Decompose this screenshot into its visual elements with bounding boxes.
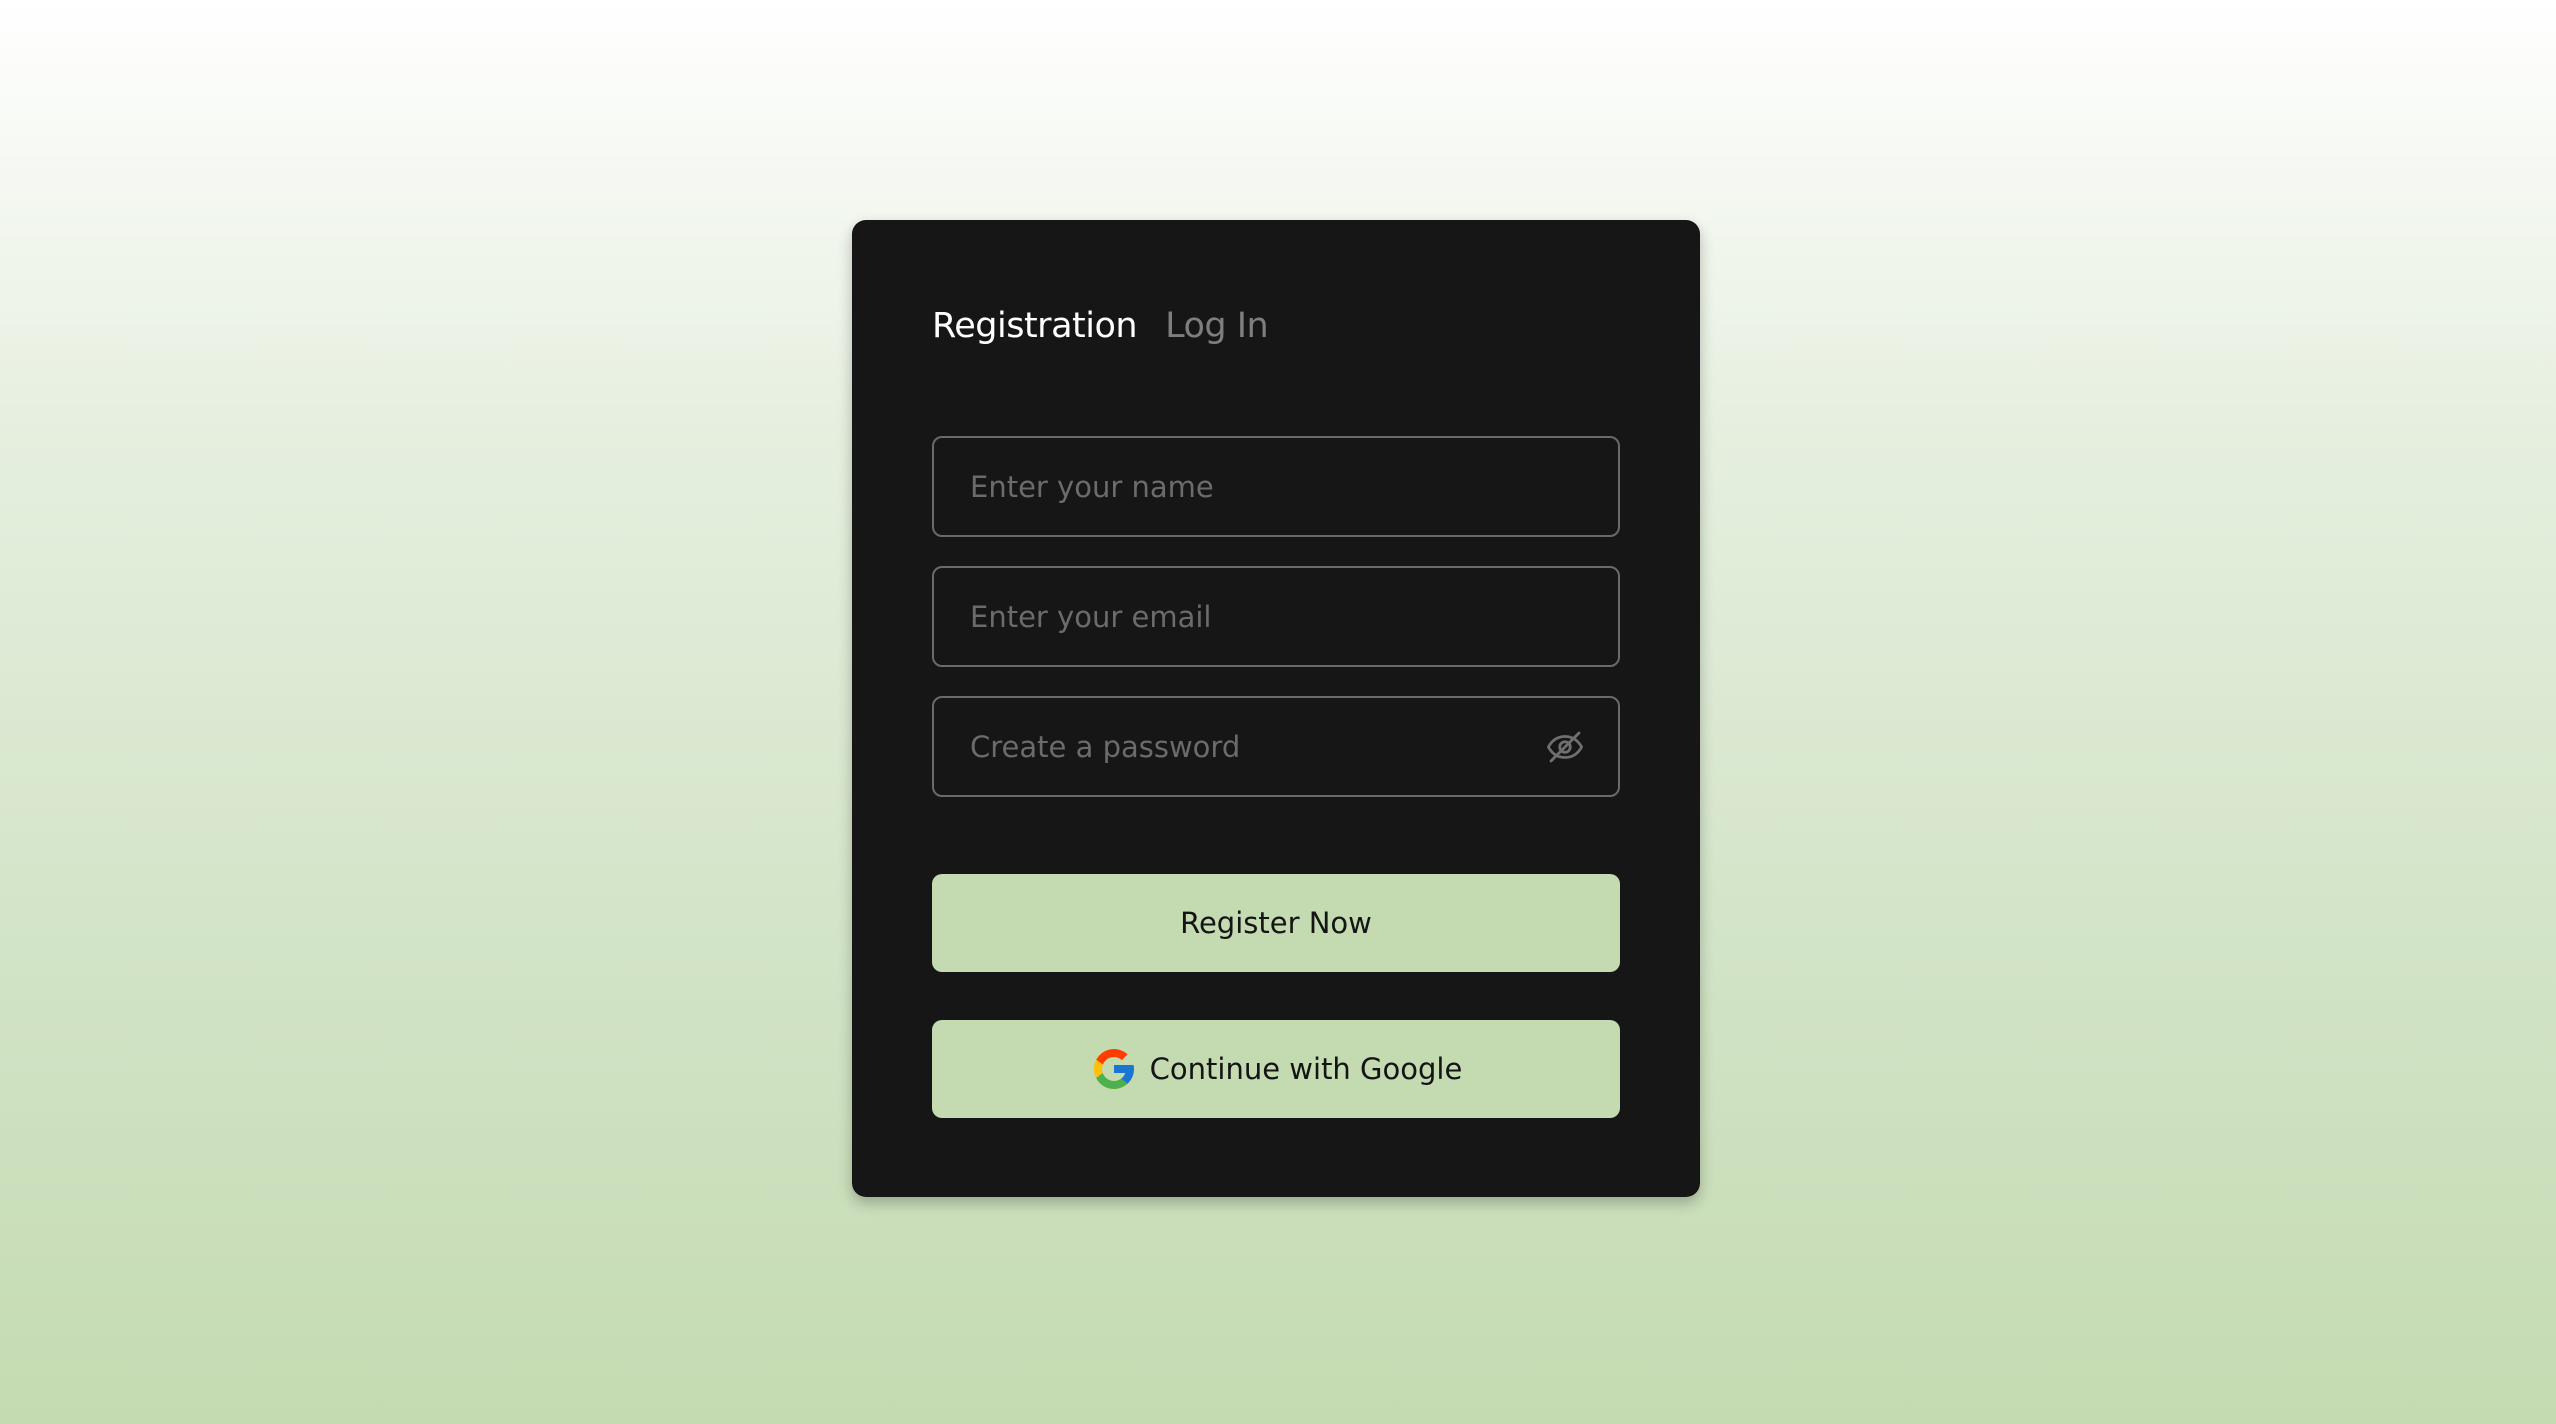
auth-tabs: Registration Log In <box>932 306 1269 346</box>
register-now-button[interactable]: Register Now <box>932 874 1620 972</box>
name-input[interactable] <box>934 438 1618 535</box>
google-logo-icon <box>1090 1045 1138 1093</box>
password-input[interactable] <box>934 698 1618 795</box>
tab-registration[interactable]: Registration <box>932 306 1138 346</box>
tab-login[interactable]: Log In <box>1165 306 1269 346</box>
continue-with-google-label: Continue with Google <box>1149 1052 1463 1086</box>
email-input[interactable] <box>934 568 1618 665</box>
name-field <box>932 436 1620 537</box>
register-now-label: Register Now <box>1180 906 1372 940</box>
email-field <box>932 566 1620 667</box>
continue-with-google-button[interactable]: Continue with Google <box>932 1020 1620 1118</box>
eye-slash-icon[interactable] <box>1544 726 1586 768</box>
registration-card: Registration Log In Register Now <box>852 220 1700 1197</box>
password-field <box>932 696 1620 797</box>
